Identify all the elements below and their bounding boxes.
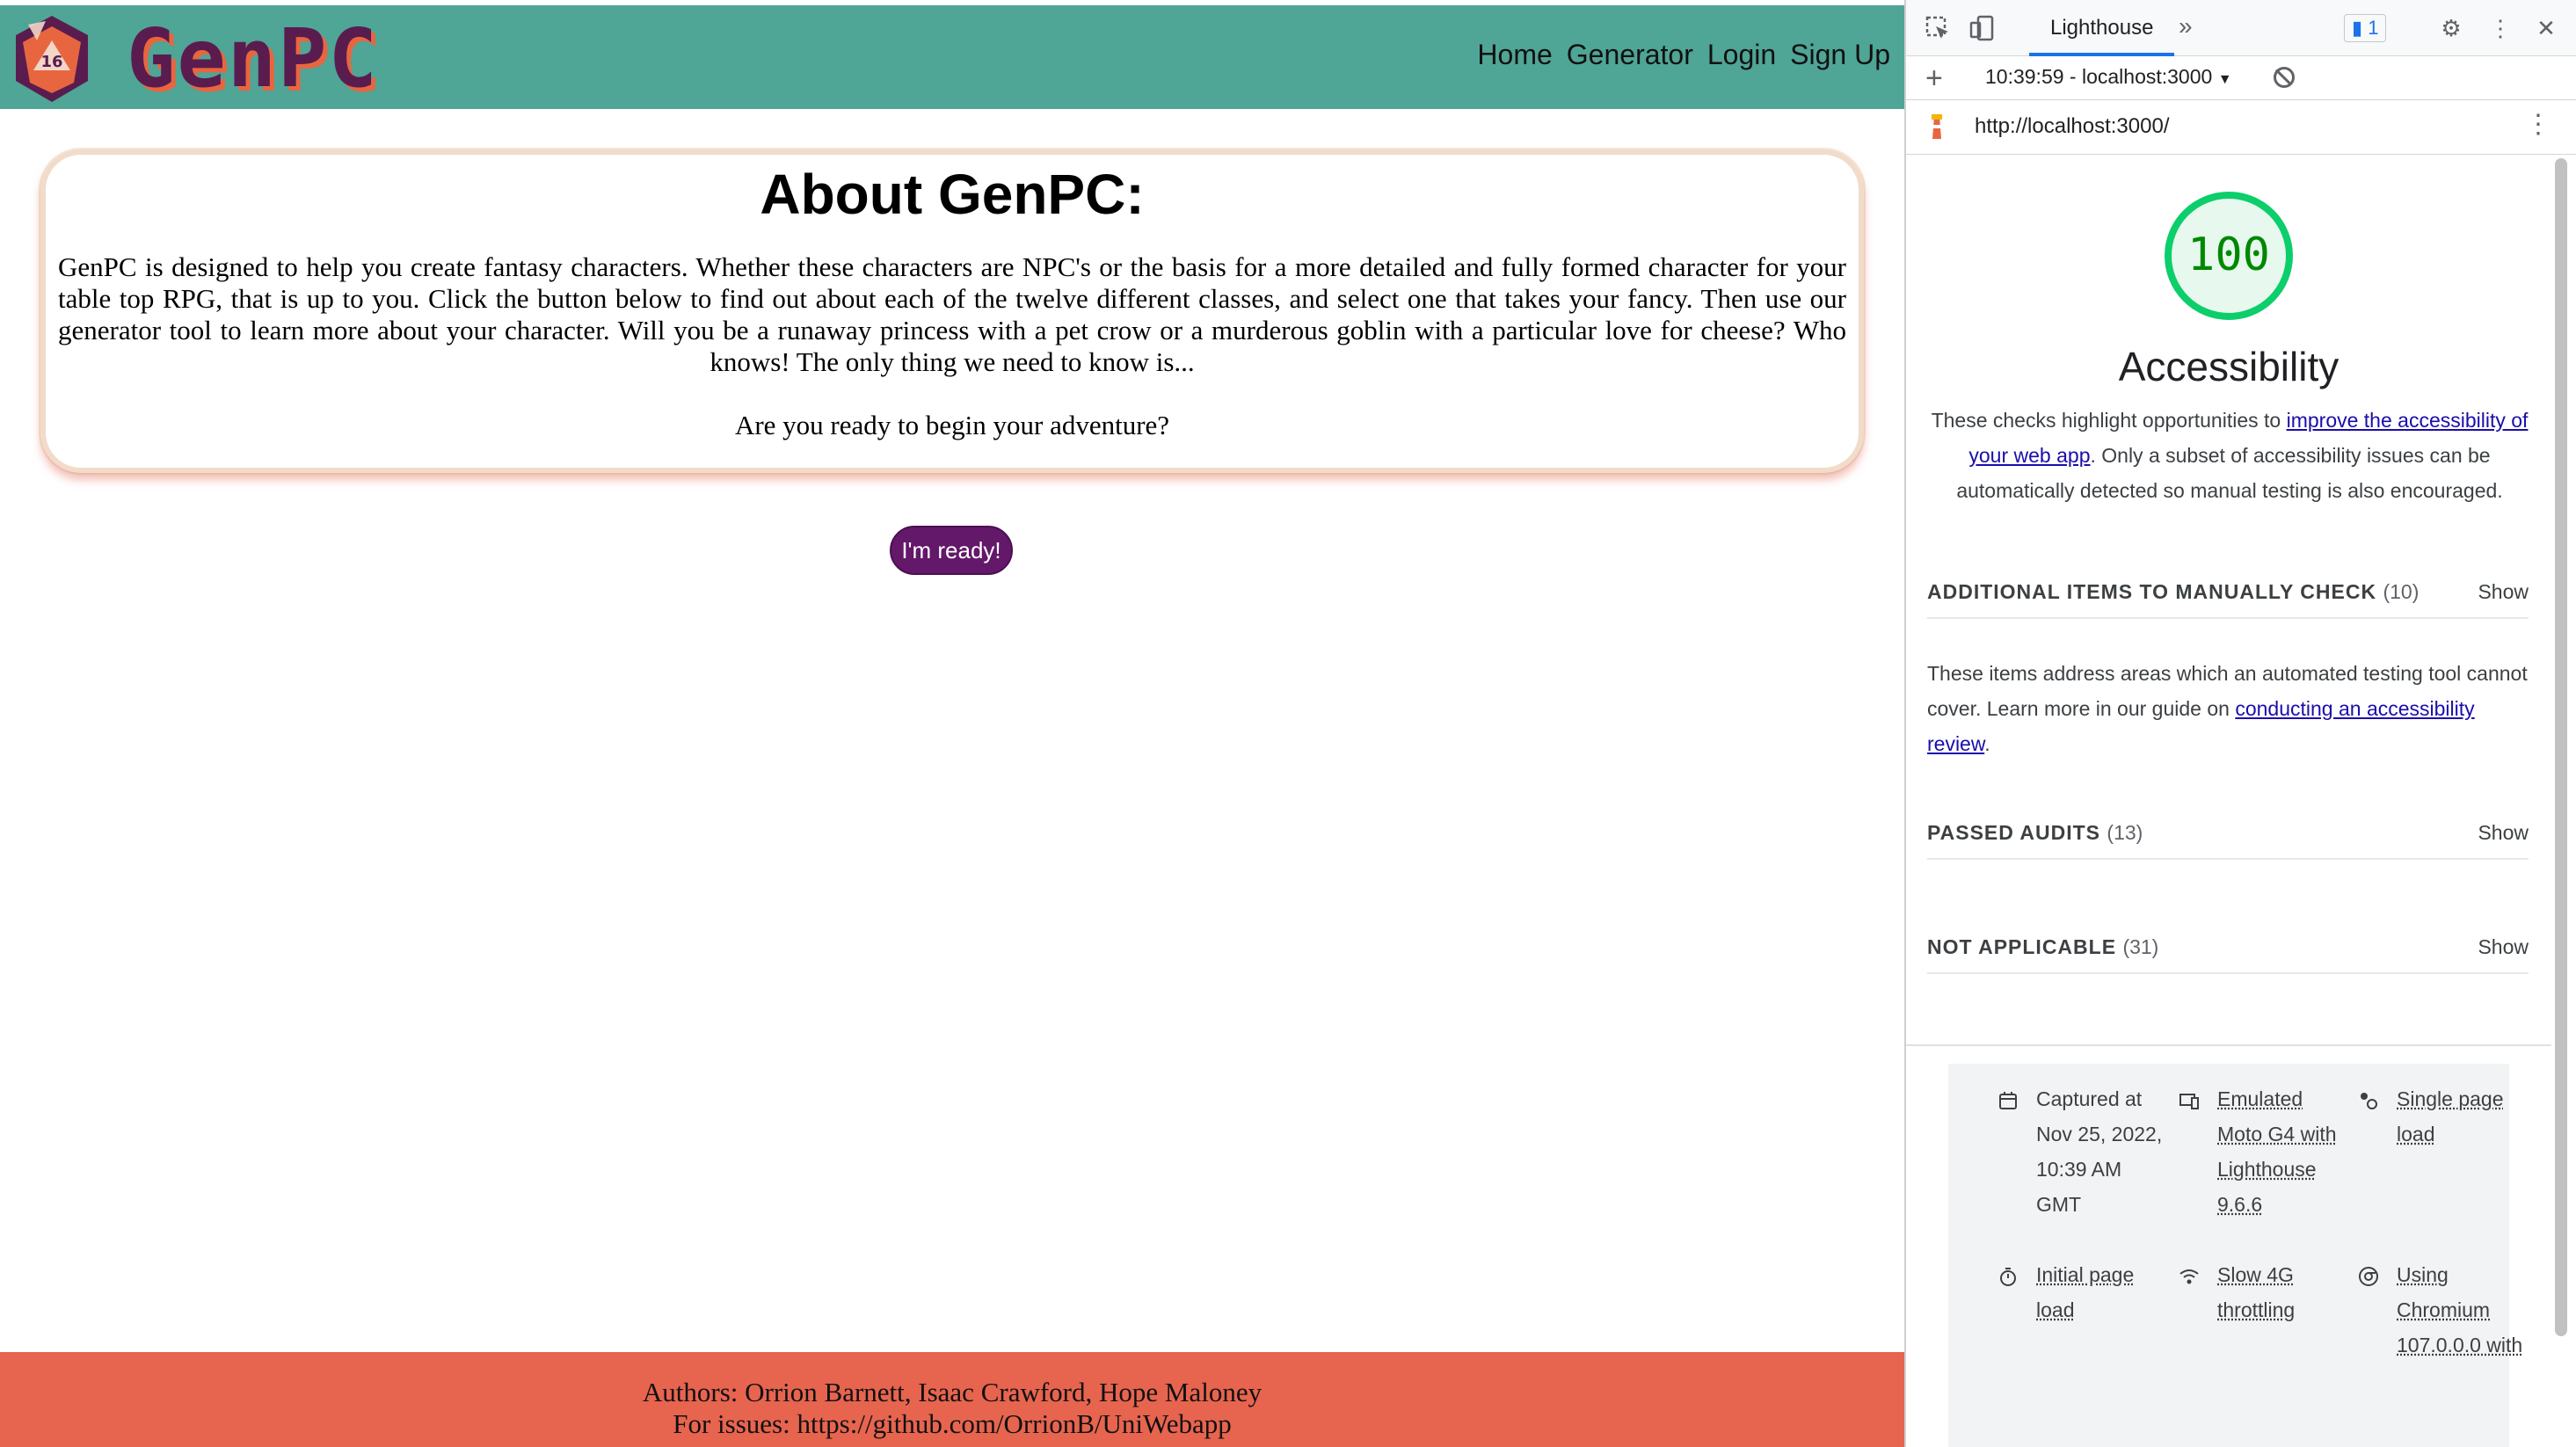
env-text[interactable]: Single page load [2397,1081,2525,1152]
report-url-bar: http://localhost:3000/ ⋮ [1906,100,2576,155]
settings-gear-icon[interactable]: ⚙ [2437,14,2465,42]
more-tabs-icon[interactable]: » [2179,12,2193,40]
lighthouse-icon [1932,114,1942,139]
dropdown-arrow-icon: ▼ [2217,72,2232,87]
env-device: Emulated Moto G4 with Lighthouse 9.6.6 [2179,1081,2346,1222]
env-text[interactable]: Using Chromium 107.0.0.0 with [2397,1257,2525,1363]
calendar-icon [1999,1092,2017,1109]
web-page: 16 GenPC Home Generator Login Sign Up Ab… [0,0,1904,1447]
site-header: 16 GenPC Home Generator Login Sign Up [0,5,1904,109]
section-divider [1906,1044,2551,1046]
manual-check-description: These items address areas which an autom… [1927,656,2534,761]
die-number: 16 [40,53,62,71]
site-footer: Authors: Orrion Barnett, Isaac Crawford,… [0,1352,1904,1447]
nav-login-link[interactable]: Login [1707,39,1776,71]
show-toggle[interactable]: Show [2478,821,2529,845]
nav-signup-link[interactable]: Sign Up [1790,39,1890,71]
devtools-toolbar: Lighthouse » ▮ 1 ⚙ ⋮ ✕ [1906,0,2576,56]
chrome-icon [2359,1267,2378,1286]
timer-icon [2000,1268,2016,1286]
ready-button[interactable]: I'm ready! [890,526,1013,575]
env-initial-load: Initial page load [1997,1257,2165,1327]
d20-logo-icon[interactable]: 16 [11,14,93,104]
report-menu-icon[interactable]: ⋮ [2525,109,2551,140]
group-not-applicable[interactable]: NOT APPLICABLE (31) Show [1927,921,2529,974]
devtools-panel: Lighthouse » ▮ 1 ⚙ ⋮ ✕ + 10:39:59 - loca… [1904,0,2576,1447]
env-load-type: Single page load [2358,1081,2525,1152]
group-count: (31) [2122,935,2159,958]
footer-issues: For issues: https://github.com/OrrionB/U… [673,1408,1232,1439]
env-captured: Captured at Nov 25, 2022, 10:39 AM GMT [1997,1081,2165,1222]
report-selector[interactable]: 10:39:59 - localhost:3000 ▼ [1985,65,2232,89]
env-text: Captured at Nov 25, 2022, 10:39 AM GMT [2036,1087,2163,1216]
group-title: ADDITIONAL ITEMS TO MANUALLY CHECK (10) [1927,580,2419,604]
score-gauge: 100 [2165,192,2293,320]
site-logo[interactable]: GenPC [127,18,379,99]
about-card: About GenPC: GenPC is designed to help y… [40,149,1864,473]
group-count: (13) [2107,821,2143,844]
runtime-settings-panel: Captured at Nov 25, 2022, 10:39 AM GMT E… [1948,1064,2522,1447]
inspect-element-icon[interactable] [1924,14,1952,42]
main-nav: Home Generator Login Sign Up [1477,39,1890,71]
device-toolbar-icon[interactable] [1968,14,1996,42]
report-scrollbar[interactable] [2555,158,2567,1336]
category-description: These checks highlight opportunities to … [1931,403,2529,508]
new-report-plus-icon[interactable]: + [1925,62,1943,96]
group-count: (10) [2383,580,2420,603]
group-title-text: NOT APPLICABLE [1927,935,2117,958]
env-text[interactable]: Initial page load [2036,1257,2165,1327]
kebab-menu-icon[interactable]: ⋮ [2486,14,2514,42]
report-selector-label: 10:39:59 - localhost:3000 [1985,65,2213,88]
issues-badge[interactable]: ▮ 1 [2344,14,2387,42]
devices-icon [2179,1094,2199,1109]
nav-home-link[interactable]: Home [1477,39,1552,71]
single-load-icon [2361,1093,2377,1109]
lighthouse-report: 100 Accessibility These checks highlight… [1906,155,2551,1447]
about-body: GenPC is designed to help you create fan… [58,251,1846,377]
env-text[interactable]: Emulated Moto G4 with Lighthouse 9.6.6 [2217,1081,2346,1222]
about-question: Are you ready to begin your adventure? [734,410,1170,440]
show-toggle[interactable]: Show [2478,580,2529,604]
footer-authors: Authors: Orrion Barnett, Isaac Crawford,… [642,1377,1263,1407]
tab-lighthouse[interactable]: Lighthouse [2029,0,2175,56]
group-title: PASSED AUDITS (13) [1927,821,2143,845]
group-title-text: PASSED AUDITS [1927,821,2101,844]
category-title: Accessibility [2118,344,2340,389]
lighthouse-subbar: + 10:39:59 - localhost:3000 ▼ [1906,56,2576,100]
group-title-text: ADDITIONAL ITEMS TO MANUALLY CHECK [1927,580,2377,603]
clear-reports-icon[interactable] [2274,67,2295,88]
env-text[interactable]: Slow 4G throttling [2217,1257,2346,1327]
env-browser: Using Chromium 107.0.0.0 with [2358,1257,2525,1363]
issues-count: 1 [2368,17,2379,39]
signal-icon [2179,1269,2199,1284]
report-url: http://localhost:3000/ [1975,114,2170,138]
score-value: 100 [2187,229,2270,281]
about-title: About GenPC: [760,163,1145,226]
nav-generator-link[interactable]: Generator [1567,39,1693,71]
show-toggle[interactable]: Show [2478,935,2529,959]
group-manual-check[interactable]: ADDITIONAL ITEMS TO MANUALLY CHECK (10) … [1927,566,2529,619]
group-title: NOT APPLICABLE (31) [1927,935,2158,959]
manual-text-end: . [1984,732,1990,755]
description-text: These checks highlight opportunities to [1931,409,2287,432]
close-devtools-icon[interactable]: ✕ [2532,14,2560,42]
group-passed-audits[interactable]: PASSED AUDITS (13) Show [1927,807,2529,860]
message-icon: ▮ [2352,17,2363,39]
env-throttling: Slow 4G throttling [2179,1257,2346,1327]
